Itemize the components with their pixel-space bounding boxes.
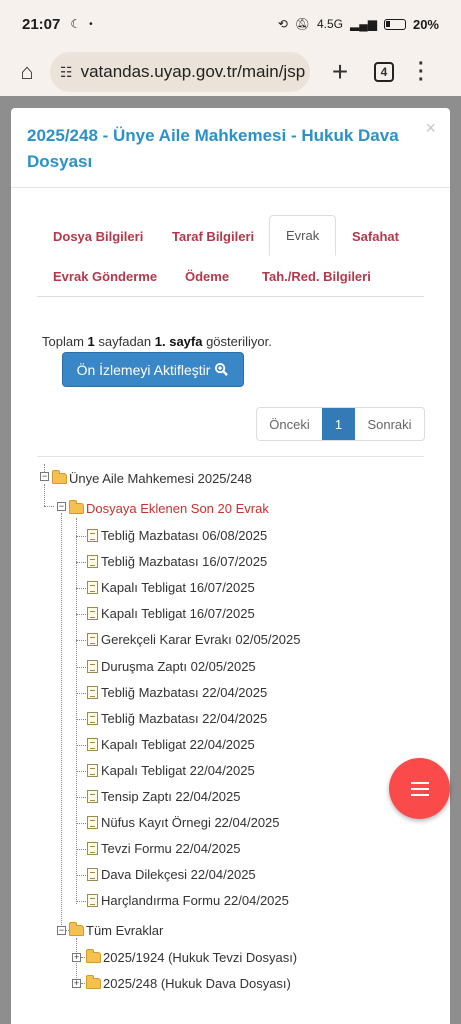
tree-line	[76, 518, 77, 904]
tree-line	[76, 770, 86, 772]
tree-node-recent-docs[interactable]: Dosyaya Eklenen Son 20 Evrak	[69, 500, 269, 516]
status-bar: 21:07 ☾ • ⟲ 🔕︎ 4.5G ▂▄▆ 20%	[0, 0, 461, 48]
tree-node-document[interactable]: Harçlandırma Formu 22/04/2025	[87, 893, 289, 908]
tree-node-document[interactable]: Kapalı Tebligat 22/04/2025	[87, 737, 255, 752]
tree-line	[76, 718, 86, 720]
tree-line	[76, 640, 86, 642]
menu-icon	[410, 787, 429, 790]
tree-node-document[interactable]: Gerekçeli Karar Evrakı 02/05/2025	[87, 632, 300, 647]
document-icon	[87, 763, 98, 777]
signal-icon: ▂▄▆	[350, 17, 377, 31]
tree-line	[76, 614, 86, 616]
document-icon	[87, 555, 98, 569]
home-icon[interactable]: ⌂	[12, 59, 42, 85]
tree-node-document[interactable]: Tebliğ Mazbatası 22/04/2025	[87, 685, 267, 700]
document-icon	[87, 529, 98, 542]
tree-line	[76, 901, 86, 903]
tree-line	[76, 823, 86, 825]
floating-menu-button[interactable]	[389, 758, 450, 819]
tree-line	[44, 484, 45, 506]
collapse-recent-icon[interactable]: −	[57, 502, 66, 511]
tree-node-root[interactable]: Ünye Aile Mahkemesi 2025/248	[52, 470, 252, 486]
folder-open-icon	[52, 470, 67, 484]
document-icon	[87, 711, 98, 725]
address-bar[interactable]: ☷ vatandas.uyap.gov.tr/main/jsp	[50, 52, 310, 92]
document-icon	[87, 607, 98, 621]
tree-node-document[interactable]: Tevzi Formu 22/04/2025	[87, 841, 240, 856]
tree-line	[76, 666, 86, 668]
expand-folder-icon[interactable]: +	[72, 953, 81, 962]
tree-node-document[interactable]: Tebliğ Mazbatası 06/08/2025	[87, 528, 267, 543]
document-icon	[87, 685, 98, 699]
site-info-icon[interactable]: ☷	[60, 64, 73, 81]
tree-node-document[interactable]: Dava Dilekçesi 22/04/2025	[87, 867, 256, 882]
notification-dot-icon: •	[89, 18, 93, 30]
tree-line	[61, 513, 62, 933]
tree-node-document[interactable]: Tensip Zaptı 22/04/2025	[87, 789, 241, 804]
battery-icon	[383, 18, 406, 30]
tree-line	[76, 562, 86, 564]
document-icon	[87, 581, 98, 595]
folder-closed-icon	[86, 975, 101, 989]
tree-line	[76, 692, 86, 694]
tree-node-document[interactable]: Tebliğ Mazbatası 22/04/2025	[87, 711, 267, 726]
tree-node-subfolder[interactable]: 2025/248 (Hukuk Dava Dosyası)	[86, 975, 291, 991]
battery-percent: 20%	[412, 16, 439, 32]
tree-line	[76, 588, 86, 590]
tree-line	[81, 983, 85, 984]
collapse-root-icon[interactable]: −	[40, 472, 49, 481]
browser-toolbar: ⌂ ☷ vatandas.uyap.gov.tr/main/jsp + 4 · ·…	[0, 48, 461, 96]
tree-line	[76, 536, 86, 537]
document-icon	[87, 790, 98, 803]
document-icon	[87, 816, 98, 830]
tree-line	[81, 957, 85, 958]
tree-line	[76, 797, 86, 798]
url-text: vatandas.uyap.gov.tr/main/jsp	[80, 62, 306, 81]
document-tree: − Ünye Aile Mahkemesi 2025/248 − Dosyaya…	[11, 108, 450, 1024]
document-icon	[87, 894, 98, 908]
document-icon	[87, 659, 98, 673]
overflow-menu-icon[interactable]: · · ·	[418, 54, 425, 90]
folder-open-icon	[69, 922, 84, 936]
hotspot-icon: ⟲	[277, 17, 288, 31]
tree-line	[44, 506, 54, 507]
tree-line	[76, 849, 86, 851]
document-icon	[87, 868, 98, 882]
tab-switcher-button[interactable]: 4	[374, 62, 394, 82]
tree-node-subfolder[interactable]: 2025/1924 (Hukuk Tevzi Dosyası)	[86, 949, 297, 965]
tree-node-document[interactable]: Tebliğ Mazbatası 16/07/2025	[87, 554, 267, 569]
status-icons: ⟲ 🔕︎ 4.5G ▂▄▆ 20%	[278, 17, 439, 32]
file-modal: 2025/248 - Ünye Aile Mahkemesi - Hukuk D…	[11, 108, 450, 1024]
folder-closed-icon	[86, 949, 101, 963]
tree-node-document[interactable]: Kapalı Tebligat 22/04/2025	[87, 763, 255, 778]
tree-node-all-docs[interactable]: Tüm Evraklar	[69, 922, 163, 938]
document-icon	[87, 633, 98, 647]
tree-node-document[interactable]: Duruşma Zaptı 02/05/2025	[87, 659, 256, 674]
expand-folder-icon[interactable]: +	[72, 979, 81, 988]
tree-line	[76, 744, 86, 746]
new-tab-icon[interactable]: +	[328, 56, 352, 88]
folder-open-icon	[69, 500, 84, 514]
network-type: 4.5G	[316, 17, 343, 31]
document-icon	[87, 842, 98, 856]
tree-node-document[interactable]: Nüfus Kayıt Örnegi 22/04/2025	[87, 815, 280, 830]
do-not-disturb-icon: ☾	[70, 17, 82, 31]
clock: 21:07	[22, 15, 61, 33]
document-icon	[87, 737, 98, 751]
tree-node-document[interactable]: Kapalı Tebligat 16/07/2025	[87, 580, 255, 595]
mute-icon: 🔕︎	[294, 17, 310, 31]
collapse-all-docs-icon[interactable]: −	[57, 926, 66, 935]
tree-node-document[interactable]: Kapalı Tebligat 16/07/2025	[87, 606, 255, 621]
tree-line	[76, 875, 86, 877]
